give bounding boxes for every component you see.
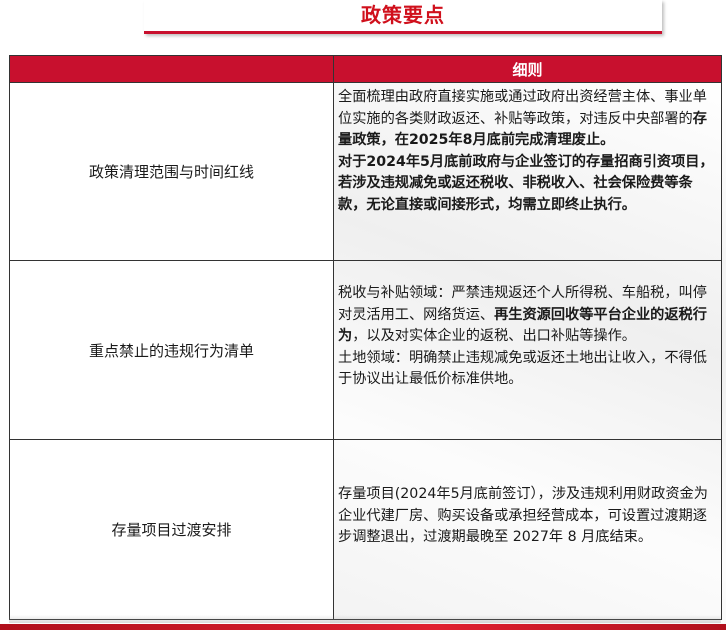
detail-text: 存量项目(2024年5月底前签订），涉及违规利用财政资金为企业代建厂房、购买设备…	[338, 486, 708, 546]
detail-text: ，以及对实体企业的返税、出口补贴等操作。	[352, 328, 636, 345]
bottom-accent-bar	[0, 624, 726, 630]
row-label: 重点禁止的违规行为清单	[9, 260, 334, 440]
page: 政策要点 细则 政策清理范围与时间红线 全面梳理由政府直接实施或通过政府出资经营…	[0, 0, 726, 630]
row-label: 存量项目过渡安排	[9, 439, 334, 620]
row-detail: 全面梳理由政府直接实施或通过政府出资经营主体、事业单位实施的各类财政返还、补贴等…	[333, 82, 722, 261]
table-header-row: 细则	[9, 55, 722, 83]
row-label: 政策清理范围与时间红线	[9, 82, 334, 261]
table-row: 重点禁止的违规行为清单 税收与补贴领域：严禁违规返还个人所得税、车船税，叫停对灵…	[9, 260, 722, 440]
table-header-label	[9, 55, 334, 83]
detail-text: 全面梳理由政府直接实施或通过政府出资经营主体、事业单位实施的各类财政返还、补贴等…	[338, 89, 707, 127]
detail-text-bold: 对于2024年5月底前政府与企业签订的存量招商引资项目，若涉及违规减免或返还税收…	[338, 153, 714, 213]
table-row: 存量项目过渡安排 存量项目(2024年5月底前签订），涉及违规利用财政资金为企业…	[9, 439, 722, 620]
policy-table: 细则 政策清理范围与时间红线 全面梳理由政府直接实施或通过政府出资经营主体、事业…	[9, 55, 722, 620]
title-box: 政策要点	[144, 0, 662, 34]
table-row: 政策清理范围与时间红线 全面梳理由政府直接实施或通过政府出资经营主体、事业单位实…	[9, 82, 722, 261]
page-title: 政策要点	[361, 3, 445, 27]
detail-text: 土地领域：明确禁止违规减免或返还土地出让收入，不得低于协议出让最低价标准供地。	[338, 349, 707, 388]
bottom-shadow	[9, 615, 721, 623]
row-detail: 存量项目(2024年5月底前签订），涉及违规利用财政资金为企业代建厂房、购买设备…	[333, 439, 722, 620]
table-header-detail: 细则	[333, 55, 722, 83]
row-detail: 税收与补贴领域：严禁违规返还个人所得税、车船税，叫停对灵活用工、网络货运、再生资…	[333, 260, 722, 440]
